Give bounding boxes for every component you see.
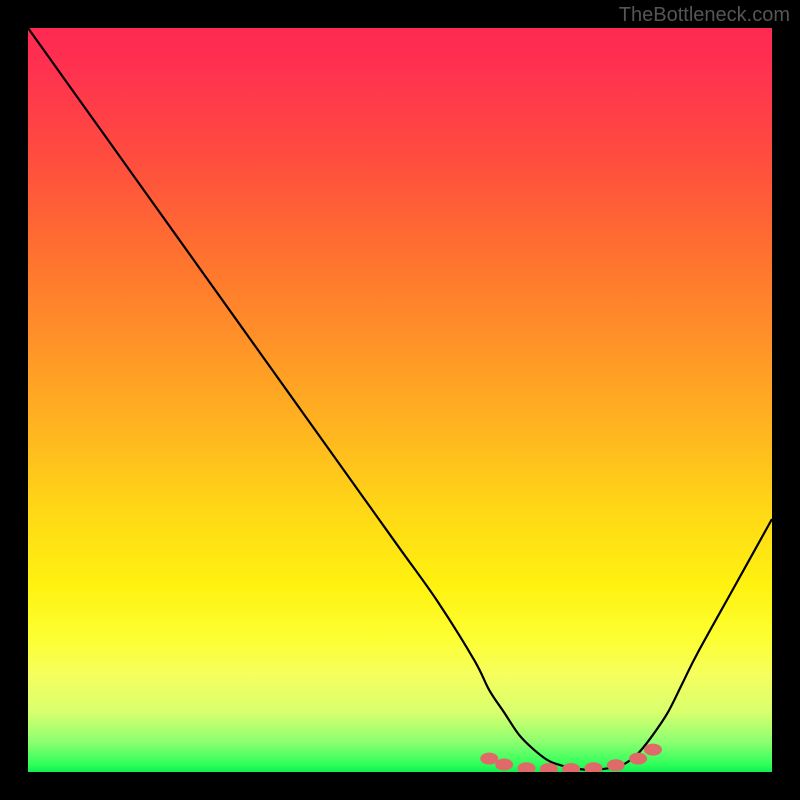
- highlight-dot: [629, 753, 647, 765]
- chart-area: [28, 28, 772, 772]
- chart-svg: [28, 28, 772, 772]
- highlight-dot: [562, 763, 580, 772]
- highlight-markers: [480, 744, 662, 772]
- highlight-dot: [607, 759, 625, 771]
- highlight-dot: [584, 762, 602, 772]
- highlight-dot: [644, 744, 662, 756]
- highlight-dot: [517, 762, 535, 772]
- attribution-text: TheBottleneck.com: [619, 4, 790, 27]
- highlight-dot: [495, 759, 513, 771]
- bottleneck-curve-line: [28, 28, 772, 770]
